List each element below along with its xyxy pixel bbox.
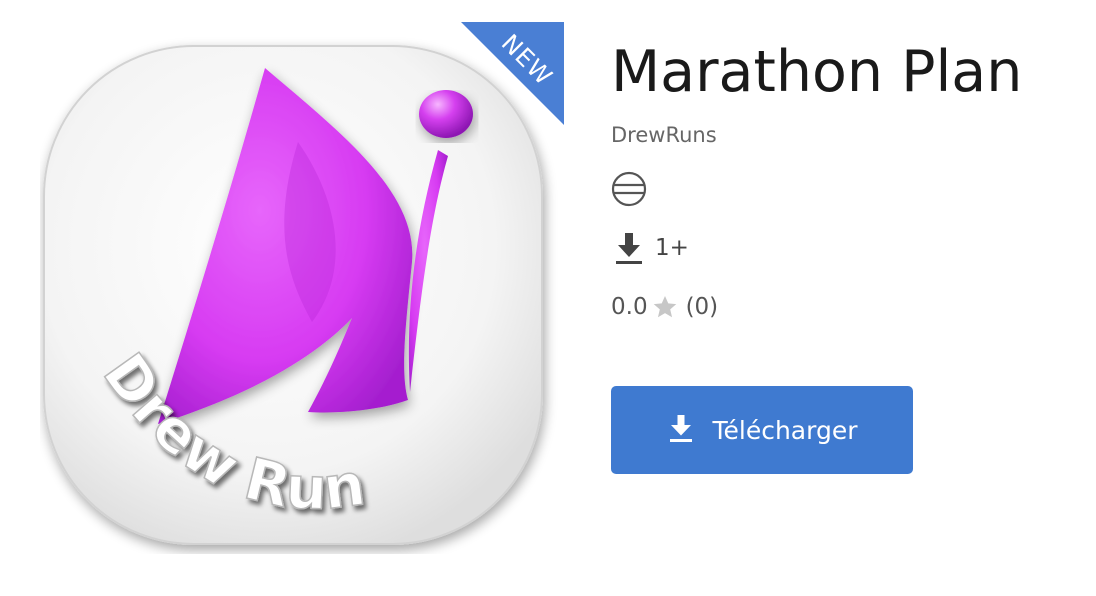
download-icon (616, 233, 642, 264)
developer-link[interactable]: DrewRuns (611, 121, 717, 149)
new-badge: NEW (461, 22, 564, 125)
app-info: Marathon Plan DrewRuns 1+ 0.0 (0) Téléch… (611, 0, 1081, 596)
rating-count: (0) (685, 294, 719, 320)
app-title: Marathon Plan (611, 39, 1023, 105)
globe-icon (611, 171, 647, 207)
app-icon: Drew Runs NEW (40, 22, 564, 554)
download-icon (670, 415, 693, 442)
downloads-info: 1+ (611, 228, 689, 268)
rating-score: 0.0 (611, 294, 648, 320)
downloads-count: 1+ (655, 235, 689, 261)
download-button[interactable]: Télécharger (611, 386, 913, 474)
download-button-label: Télécharger (712, 415, 858, 445)
app-detail-page: Drew Runs NEW Marathon Plan DrewRuns 1+ … (0, 0, 1096, 596)
star-icon (653, 295, 676, 318)
rating-info: 0.0 (0) (611, 287, 718, 327)
